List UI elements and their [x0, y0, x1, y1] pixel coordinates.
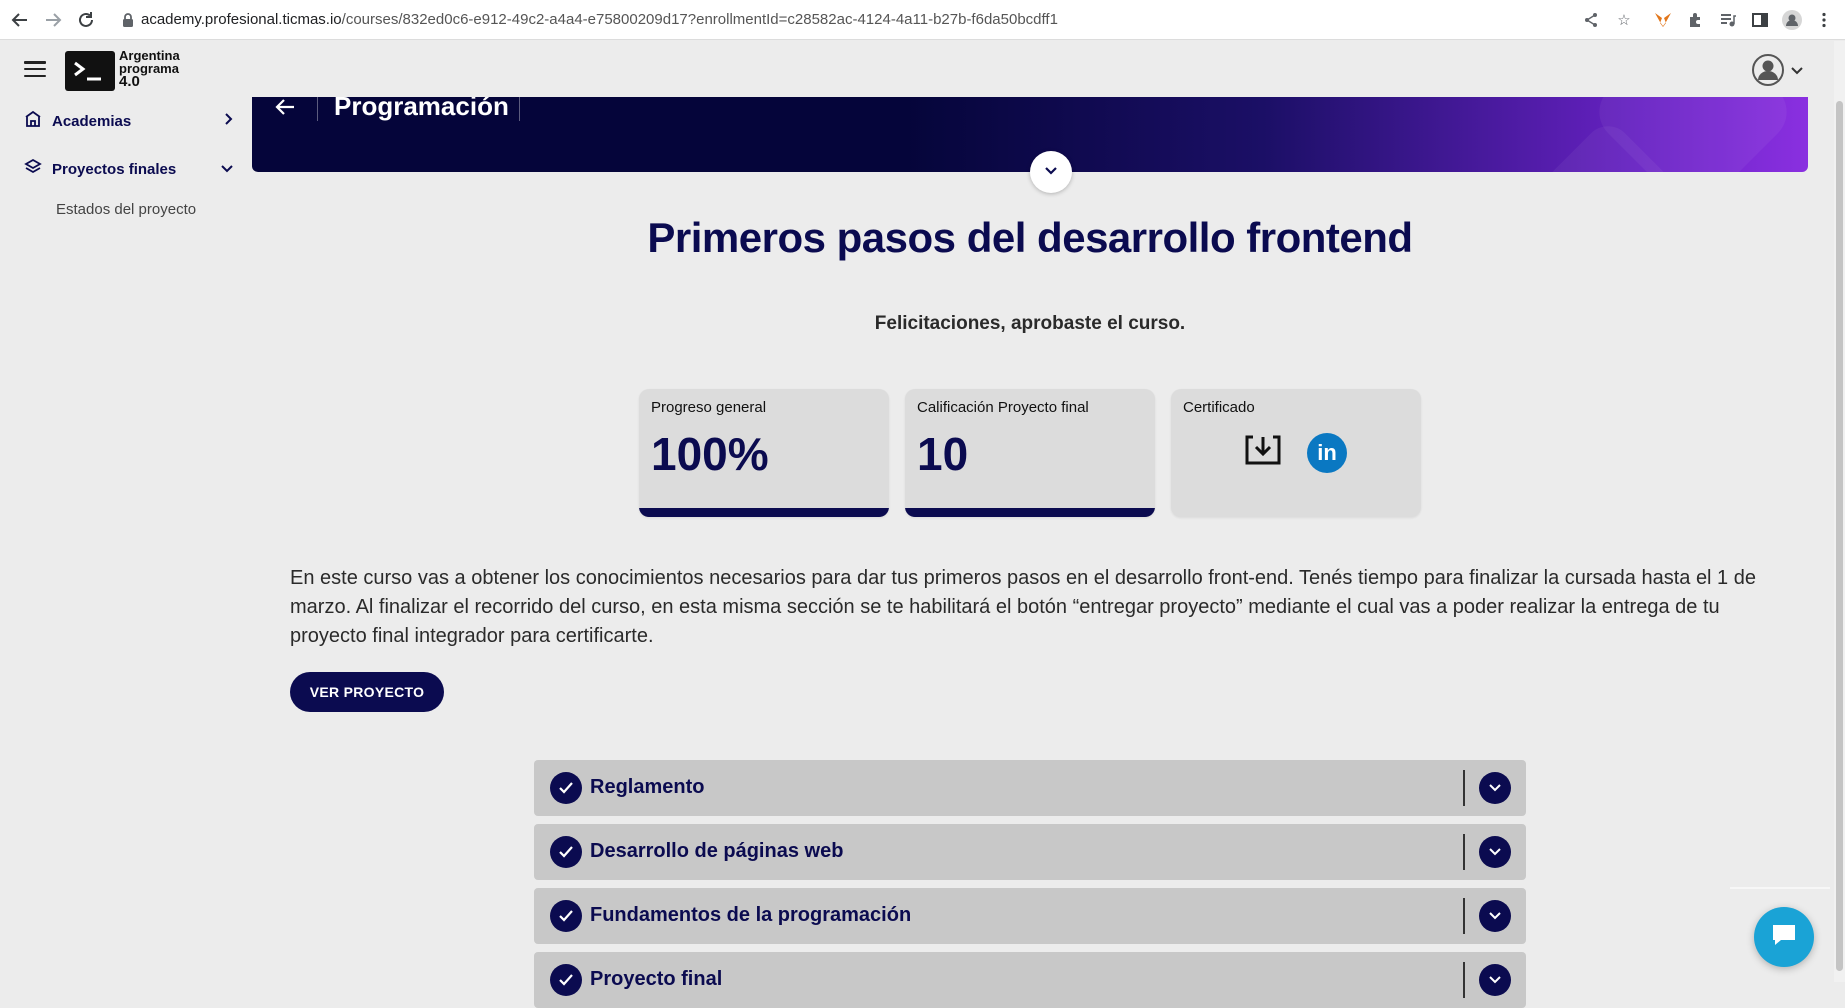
ver-proyecto-button[interactable]: VER PROYECTO [290, 672, 444, 712]
chevron-down-icon[interactable] [1479, 836, 1511, 868]
share-icon[interactable] [1581, 10, 1601, 30]
banner-divider [317, 97, 318, 121]
academy-icon [24, 110, 42, 133]
chevron-down-icon[interactable] [1479, 900, 1511, 932]
check-icon [550, 772, 582, 804]
extensions-puzzle-icon[interactable] [1685, 10, 1705, 30]
module-divider [1463, 898, 1465, 934]
progress-card: Progreso general 100% [639, 389, 889, 517]
chevron-down-icon[interactable] [1479, 772, 1511, 804]
forward-arrow-icon[interactable] [43, 10, 63, 30]
course-banner: Programación [252, 97, 1808, 172]
sidebar-item-label: Academias [52, 113, 132, 130]
grade-bar [905, 508, 1155, 517]
certificate-card: Certificado in [1171, 389, 1421, 517]
module-name: Reglamento [590, 776, 705, 798]
module-row[interactable]: Proyecto final [534, 952, 1526, 1008]
grade-value: 10 [917, 428, 969, 480]
scrollbar-thumb[interactable] [1836, 101, 1843, 971]
module-row[interactable]: Reglamento [534, 760, 1526, 816]
module-divider [1463, 962, 1465, 998]
course-title: Primeros pasos del desarrollo frontend [647, 214, 1413, 261]
sidebar-item-proyectos-finales[interactable]: Proyectos finales [24, 158, 234, 181]
progress-label: Progreso general [651, 399, 767, 416]
check-icon [550, 900, 582, 932]
congrats-message: Felicitaciones, aprobaste el curso. [874, 313, 1186, 334]
layers-icon [24, 158, 42, 181]
course-description: En este curso vas a obtener los conocimi… [290, 567, 1756, 647]
module-divider [1463, 834, 1465, 870]
app-header: Argentina programa 4.0 [0, 41, 1845, 97]
sidepanel-icon[interactable] [1750, 10, 1770, 30]
module-row[interactable]: Desarrollo de páginas web [534, 824, 1526, 880]
sidebar-item-academias[interactable]: Academias [24, 110, 234, 133]
chat-shelf [1730, 887, 1830, 889]
grade-card: Calificación Proyecto final 10 [905, 389, 1155, 517]
linkedin-glyph: in [1317, 440, 1337, 465]
banner-divider [519, 97, 520, 121]
module-row[interactable]: Fundamentos de la programación [534, 888, 1526, 944]
terminal-logo-icon[interactable] [65, 51, 115, 91]
reload-icon[interactable] [76, 10, 96, 30]
profile-chevron-down-icon[interactable] [1790, 63, 1804, 81]
hamburger-menu-icon[interactable] [24, 61, 46, 77]
chevron-down-icon [1044, 163, 1058, 181]
progress-bar [639, 508, 889, 517]
chevron-down-icon [220, 161, 234, 179]
download-certificate-icon[interactable] [1243, 433, 1283, 467]
user-avatar-icon[interactable] [1752, 54, 1784, 86]
certificate-label: Certificado [1183, 399, 1255, 416]
back-arrow-icon[interactable] [274, 97, 304, 119]
chat-bubble-icon [1769, 920, 1799, 955]
browser-profile-icon[interactable] [1782, 10, 1802, 30]
module-name: Proyecto final [590, 968, 723, 990]
chevron-right-icon [224, 112, 234, 131]
chat-button[interactable] [1754, 907, 1814, 967]
browser-menu-icon[interactable] [1814, 10, 1834, 30]
grade-label: Calificación Proyecto final [917, 399, 1089, 416]
module-divider [1463, 770, 1465, 806]
sidebar-item-label: Proyectos finales [52, 161, 177, 178]
module-name: Fundamentos de la programación [590, 904, 912, 926]
address-bar[interactable]: academy.profesional.ticmas.io/courses/83… [141, 11, 1058, 28]
browser-toolbar: academy.profesional.ticmas.io/courses/83… [0, 0, 1845, 40]
linkedin-icon[interactable]: in [1307, 433, 1347, 473]
media-queue-icon[interactable] [1718, 10, 1738, 30]
check-icon [550, 836, 582, 868]
module-name: Desarrollo de páginas web [590, 840, 844, 862]
chevron-down-icon[interactable] [1479, 964, 1511, 996]
progress-value: 100% [651, 428, 769, 480]
check-icon [550, 964, 582, 996]
lock-icon[interactable] [122, 13, 134, 27]
logo-wordmark[interactable]: Argentina programa 4.0 [119, 49, 180, 90]
metamask-icon[interactable] [1653, 10, 1673, 30]
url-host: academy.profesional.ticmas.io [141, 11, 342, 28]
back-arrow-icon[interactable] [10, 10, 30, 30]
url-path: /courses/832ed0c6-e912-49c2-a4a4-e758002… [341, 11, 1058, 28]
banner-title: Programación [334, 97, 509, 121]
banner-expand-button[interactable] [1030, 151, 1072, 193]
page-scrollbar[interactable] [1834, 41, 1845, 982]
sidebar-subitem-estados[interactable]: Estados del proyecto [56, 201, 196, 218]
star-icon[interactable]: ☆ [1614, 10, 1634, 30]
logo-line-3: 4.0 [119, 73, 140, 90]
